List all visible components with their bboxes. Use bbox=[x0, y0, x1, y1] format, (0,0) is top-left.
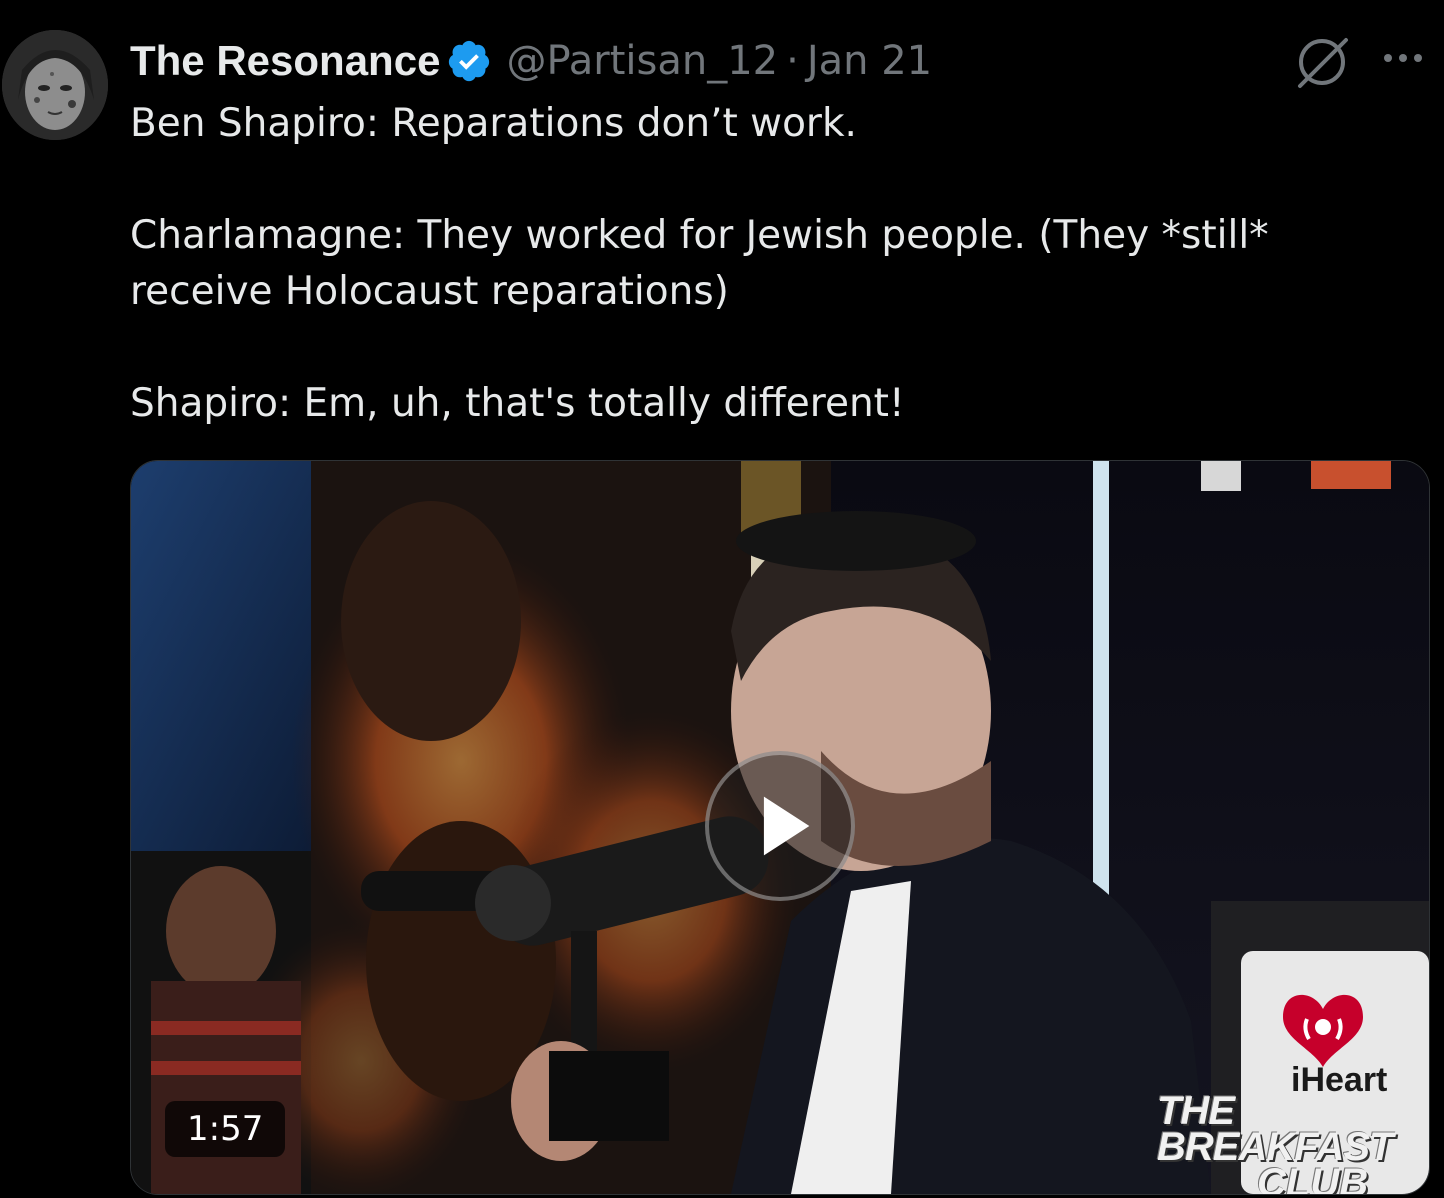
video-player[interactable]: iHeart THE BREAKFAST CLUB 1:57 bbox=[130, 460, 1430, 1195]
tweet-text-line: Shapiro: Em, uh, that's totally differen… bbox=[130, 381, 905, 426]
author-handle[interactable]: @Partisan_12 bbox=[506, 38, 778, 84]
grok-icon[interactable] bbox=[1292, 32, 1352, 92]
verified-badge-icon[interactable] bbox=[446, 38, 492, 84]
tweet-date[interactable]: Jan 21 bbox=[807, 38, 932, 84]
play-icon bbox=[763, 796, 810, 856]
breakfast-club-watermark: THE BREAKFAST CLUB bbox=[1157, 1089, 1429, 1195]
avatar-image bbox=[2, 30, 108, 140]
tweet-text-line: Ben Shapiro: Reparations don’t work. bbox=[130, 101, 857, 146]
author-display-name[interactable]: The Resonance bbox=[130, 37, 440, 85]
more-options-icon[interactable] bbox=[1378, 38, 1428, 78]
tweet-text-line: Charlamagne: They worked for Jewish peop… bbox=[130, 213, 1269, 314]
tweet-text: Ben Shapiro: Reparations don’t work. Cha… bbox=[130, 96, 1420, 432]
separator-dot: · bbox=[786, 38, 799, 84]
play-button[interactable] bbox=[705, 751, 855, 901]
video-duration-badge: 1:57 bbox=[165, 1101, 286, 1157]
breakfast-club-line1: THE BREAKFAST bbox=[1157, 1089, 1393, 1169]
tweet[interactable]: The Resonance @Partisan_12 · Jan 21 Ben … bbox=[0, 0, 1444, 1198]
tweet-header: The Resonance @Partisan_12 · Jan 21 bbox=[130, 34, 932, 88]
avatar[interactable] bbox=[2, 30, 108, 140]
breakfast-club-line2: CLUB bbox=[1257, 1161, 1369, 1195]
